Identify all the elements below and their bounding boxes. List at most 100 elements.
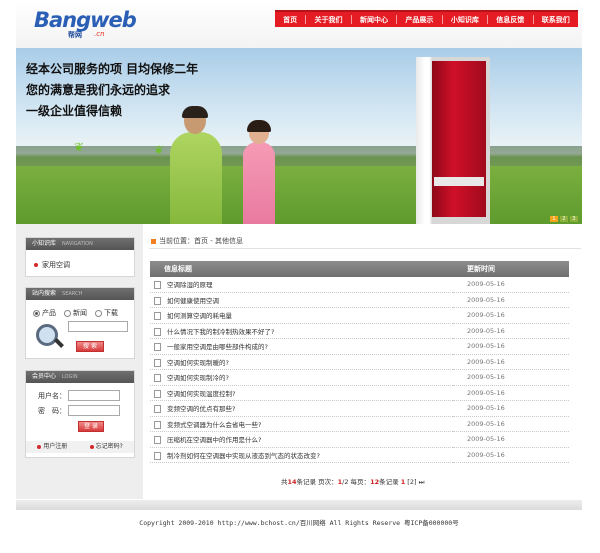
forgot-password-link[interactable]: 忘记密码? bbox=[90, 441, 123, 453]
row-title[interactable]: 一般家用空调是由哪些部件构成的? bbox=[150, 338, 453, 355]
member-links: 用户注册 忘记密码? bbox=[26, 441, 134, 453]
row-title[interactable]: 什么情况下我的制冷制热效果不好了? bbox=[150, 323, 453, 339]
hero-banner: 经本公司服务的项 目均保修二年 您的满意是我们永远的追求 一级企业值得信赖 ❦ … bbox=[16, 48, 582, 224]
radio-download[interactable]: 下载 bbox=[95, 308, 118, 318]
column-header-time: 更新时间 bbox=[453, 261, 569, 277]
table-row[interactable]: 空调如何实现制冷的? 2009-05-16 bbox=[150, 369, 569, 386]
login-button[interactable]: 登 录 bbox=[78, 421, 104, 432]
row-date: 2009-05-16 bbox=[453, 338, 569, 355]
table-row[interactable]: 空调如何实现温度控制? 2009-05-16 bbox=[150, 385, 569, 401]
row-title[interactable]: 变频空调的优点有那些? bbox=[150, 400, 453, 417]
table-row[interactable]: 变频式空调器为什么会省电一些? 2009-05-16 bbox=[150, 416, 569, 432]
row-title[interactable]: 空调如何实现温度控制? bbox=[150, 385, 453, 401]
search-input[interactable] bbox=[68, 321, 128, 332]
nav-item-knowledge[interactable]: 小知识库 bbox=[451, 15, 479, 25]
search-header: 站内搜索 SEARCH bbox=[26, 288, 134, 300]
username-field[interactable] bbox=[68, 390, 120, 401]
row-title[interactable]: 压缩机在空调器中的作用是什么? bbox=[150, 431, 453, 448]
row-date: 2009-05-16 bbox=[453, 416, 569, 432]
table-row[interactable]: 什么情况下我的制冷制热效果不好了? 2009-05-16 bbox=[150, 323, 569, 339]
info-table: 信息标题 更新时间 空调除湿的原理 2009-05-16 如何健康使用空调 2009-… bbox=[150, 261, 569, 463]
table-row[interactable]: 空调除湿的原理 2009-05-16 bbox=[150, 277, 569, 293]
page: Bangweb 帮网 .cn 首页 关于我们 新闻中心 产品展示 小知识库 信息… bbox=[16, 0, 582, 553]
divider bbox=[149, 248, 581, 249]
row-date: 2009-05-16 bbox=[453, 385, 569, 401]
document-icon bbox=[154, 389, 161, 398]
main-nav: 首页 关于我们 新闻中心 产品展示 小知识库 信息反馈 联系我们 bbox=[275, 10, 578, 27]
document-icon bbox=[154, 451, 161, 460]
banner-girl-image bbox=[241, 120, 277, 224]
table-row[interactable]: 如何测算空调的耗电量 2009-05-16 bbox=[150, 307, 569, 324]
magnifier-icon bbox=[36, 324, 58, 346]
nav-item-contact[interactable]: 联系我们 bbox=[542, 15, 570, 25]
password-field[interactable] bbox=[68, 405, 120, 416]
table-row[interactable]: 变频空调的优点有那些? 2009-05-16 bbox=[150, 400, 569, 417]
row-title[interactable]: 如何健康使用空调 bbox=[150, 292, 453, 308]
table-row[interactable]: 如何健康使用空调 2009-05-16 bbox=[150, 292, 569, 308]
row-title[interactable]: 空调除湿的原理 bbox=[150, 277, 453, 293]
row-title[interactable]: 如何测算空调的耗电量 bbox=[150, 307, 453, 324]
knowledge-header: 小知识库 NAVIGATION bbox=[26, 238, 134, 250]
air-conditioner-image bbox=[416, 57, 490, 224]
per-page: 12 bbox=[370, 478, 380, 486]
document-icon bbox=[154, 358, 161, 367]
document-icon bbox=[154, 312, 161, 321]
row-title[interactable]: 空调如何实现制暖的? bbox=[150, 354, 453, 370]
row-date: 2009-05-16 bbox=[453, 369, 569, 386]
knowledge-box: 小知识库 NAVIGATION 家用空调 bbox=[25, 237, 135, 277]
banner-dot[interactable]: 1 bbox=[550, 216, 558, 222]
document-icon bbox=[154, 420, 161, 429]
radio-product[interactable]: 产品 bbox=[33, 308, 56, 318]
breadcrumb: 当前位置：首页 - 其他信息 bbox=[151, 236, 243, 246]
column-header-title: 信息标题 bbox=[150, 261, 453, 277]
banner-hills bbox=[16, 146, 582, 166]
nav-item-feedback[interactable]: 信息反馈 bbox=[496, 15, 524, 25]
leaf-icon: ❦ bbox=[154, 143, 165, 157]
banner-man-image bbox=[166, 106, 226, 224]
page-link-2[interactable]: [2] bbox=[407, 478, 416, 486]
row-date: 2009-05-16 bbox=[453, 431, 569, 448]
logo-brand: Bangweb bbox=[34, 8, 137, 32]
row-date: 2009-05-16 bbox=[453, 323, 569, 339]
document-icon bbox=[154, 343, 161, 352]
document-icon bbox=[154, 296, 161, 305]
search-button[interactable]: 搜 索 bbox=[76, 341, 104, 352]
row-date: 2009-05-16 bbox=[453, 447, 569, 463]
nav-item-news[interactable]: 新闻中心 bbox=[360, 15, 388, 25]
page-link-1[interactable]: 1 bbox=[401, 478, 406, 486]
banner-dot[interactable]: 2 bbox=[560, 216, 568, 222]
register-link[interactable]: 用户注册 bbox=[37, 441, 67, 453]
footer-bar bbox=[16, 500, 582, 510]
knowledge-item-home-ac[interactable]: 家用空调 bbox=[34, 260, 70, 270]
table-row[interactable]: 压缩机在空调器中的作用是什么? 2009-05-16 bbox=[150, 431, 569, 448]
row-title[interactable]: 制冷剂如何在空调器中实现从液态到气态的状态改变? bbox=[150, 447, 453, 463]
document-icon bbox=[154, 281, 161, 290]
table-row[interactable]: 制冷剂如何在空调器中实现从液态到气态的状态改变? 2009-05-16 bbox=[150, 447, 569, 463]
table-row[interactable]: 空调如何实现制暖的? 2009-05-16 bbox=[150, 354, 569, 370]
logo[interactable]: Bangweb 帮网 .cn bbox=[34, 8, 137, 39]
main-content: 当前位置：首页 - 其他信息 信息标题 更新时间 空调除湿的原理 2009-05-… bbox=[143, 224, 582, 499]
search-type-options: 产品 新闻 下载 bbox=[33, 308, 118, 318]
footer-copyright: Copyright 2009-2010 http://www.bchost.cn… bbox=[139, 519, 459, 527]
row-title[interactable]: 变频式空调器为什么会省电一些? bbox=[150, 416, 453, 432]
document-icon bbox=[154, 405, 161, 414]
nav-item-about[interactable]: 关于我们 bbox=[315, 15, 343, 25]
row-date: 2009-05-16 bbox=[453, 277, 569, 293]
banner-pagination: 1 2 3 bbox=[550, 216, 578, 222]
nav-item-home[interactable]: 首页 bbox=[283, 15, 297, 25]
member-box: 会员中心 LOGIN 用户名： 密 码： 登 录 用户注册 忘记密码? bbox=[25, 370, 135, 458]
radio-news[interactable]: 新闻 bbox=[64, 308, 87, 318]
row-title[interactable]: 空调如何实现制冷的? bbox=[150, 369, 453, 386]
table-header-row: 信息标题 更新时间 bbox=[150, 261, 569, 277]
leaf-icon: ❦ bbox=[74, 140, 85, 154]
nav-item-products[interactable]: 产品展示 bbox=[405, 15, 433, 25]
banner-dot[interactable]: 3 bbox=[570, 216, 578, 222]
document-icon bbox=[154, 374, 161, 383]
last-page-icon[interactable]: ⏭ bbox=[419, 478, 425, 486]
password-label: 密 码： bbox=[38, 407, 66, 415]
member-header: 会员中心 LOGIN bbox=[26, 371, 134, 383]
banner-line-1: 经本公司服务的项 目均保修二年 bbox=[26, 62, 199, 76]
logo-cn: 帮网 bbox=[68, 31, 82, 39]
table-row[interactable]: 一般家用空调是由哪些部件构成的? 2009-05-16 bbox=[150, 338, 569, 355]
row-date: 2009-05-16 bbox=[453, 292, 569, 308]
